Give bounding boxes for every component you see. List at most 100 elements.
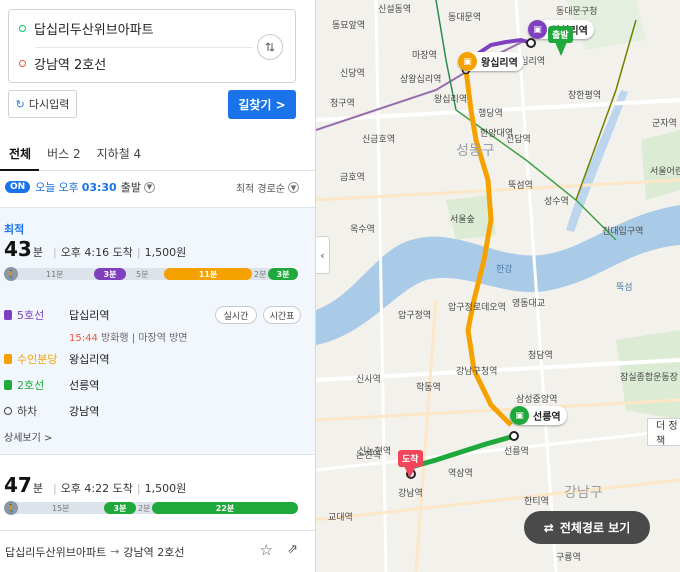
route1-walk1: 11분 [46, 269, 64, 279]
arrive-flag: 도착 [398, 450, 423, 467]
map-label: 신당역 [340, 69, 365, 79]
end-field[interactable]: 강남역 2호선 [19, 51, 106, 75]
full-route-button[interactable]: ⇄ 전체경로 보기 [524, 511, 650, 544]
chevron-down-icon: ▼ [288, 182, 299, 193]
route1-fare: 1,500원 [144, 246, 187, 259]
star-icon[interactable]: ☆ [260, 541, 273, 559]
full-route-label: 전체경로 보기 [559, 521, 631, 535]
route2-seg2: 22분 [152, 502, 298, 514]
tab-all[interactable]: 전체 [0, 138, 40, 171]
swap-icon [265, 42, 275, 52]
tab-bus[interactable]: 버스 2 [39, 138, 89, 171]
map-label: 동대문구청 [556, 7, 598, 17]
step-1-station: 답십리역 [69, 309, 110, 322]
start-field[interactable]: 답십리두산위브아파트 [19, 16, 154, 40]
step-2-line: 수인분당 [4, 351, 69, 367]
chevron-down-icon[interactable]: ▼ [143, 181, 155, 193]
refresh-icon: ↻ [15, 97, 25, 111]
map-label: 한강 [496, 265, 513, 275]
map-label: 뚝섬 [616, 283, 633, 293]
route2-summary: 47 분 | 오후 4:22 도착 | 1,500원 [4, 473, 187, 497]
subway-icon: ▣ [510, 406, 529, 425]
subway-icon: ▣ [528, 20, 547, 39]
map-label: 왕십리역 [434, 95, 468, 105]
route2-walk1: 15분 [52, 503, 70, 513]
map-label: 한티역 [524, 497, 549, 507]
route1-timeline: 🚶 11분 3분 5분 11분 2분 3분 [4, 267, 298, 281]
step-4-line: 하차 [4, 403, 69, 419]
detail-link[interactable]: 상세보기 > [4, 429, 52, 444]
chevron-left-icon: ‹ [320, 248, 325, 262]
map-label: 강남역 [398, 489, 423, 499]
swap-button[interactable] [257, 34, 283, 60]
route2-unit: 분 [32, 482, 43, 495]
step-4[interactable]: 하차 강남역 [4, 403, 99, 419]
start-pin-icon [555, 42, 567, 56]
route2-timeline: 🚶 15분 3분 2분 22분 [4, 501, 298, 515]
map-label: 압구정역 [398, 311, 432, 321]
share-icon[interactable]: ⇗ [287, 542, 298, 557]
subway-icon [4, 310, 12, 320]
end-field-text: 강남역 2호선 [34, 57, 107, 73]
route-icon: ⇄ [543, 520, 554, 535]
start-flag: 출발 [548, 26, 573, 43]
alight-icon [4, 407, 12, 415]
timetable-button[interactable]: 시간표 [263, 306, 301, 324]
search-divider [35, 47, 253, 48]
footer-bar: 답십리두산위브아파트 → 강남역 2호선 ☆ ⇗ [0, 530, 315, 572]
step-4-station: 강남역 [69, 405, 100, 418]
map-label: 신답역 [506, 135, 531, 145]
side-policy-button[interactable]: 더 정책 [647, 418, 680, 447]
map-label: 신논현역 [358, 447, 392, 457]
map-label: 교대역 [328, 513, 353, 523]
map-view[interactable]: 신설동역 동묘앞역 동대문역 신당역 청구역 신금호역 금호역 옥수역 압구정역… [316, 0, 680, 572]
find-route-button[interactable]: 길찾기 > [228, 90, 296, 119]
map-label: 마장역 [412, 51, 437, 61]
step-3-line: 2호선 [4, 377, 69, 393]
on-toggle[interactable]: ON [5, 181, 31, 193]
collapse-panel-button[interactable]: ‹ [316, 236, 330, 274]
map-label: 상왕십리역 [400, 75, 442, 85]
route-search-box: 답십리두산위브아파트 강남역 2호선 [8, 9, 296, 83]
reset-button[interactable]: ↻ 다시입력 [8, 90, 77, 118]
map-label: 선릉역 [504, 447, 529, 457]
route2-fare: 1,500원 [144, 482, 187, 495]
sort-dropdown[interactable]: 최적 경로순 ▼ [236, 180, 299, 195]
map-label: 동대문역 [448, 13, 482, 23]
map-label: 강남구 [564, 485, 603, 501]
map-label: 장한평역 [568, 91, 602, 101]
subway-icon: ▣ [458, 52, 477, 71]
map-label: 압구정로데오역 [448, 303, 506, 313]
route1-summary: 43 분 | 오후 4:16 도착 | 1,500원 [4, 237, 187, 261]
map-label: 서울어린이대공원 [650, 167, 680, 177]
map-label: 성동구 [456, 143, 495, 159]
map-label: 삼성중앙역 [516, 395, 558, 405]
map-label: 건대입구역 [602, 227, 644, 237]
step-2-station: 왕십리역 [69, 353, 110, 366]
step-3[interactable]: 2호선 선릉역 [4, 377, 99, 393]
route1-arrival: 오후 4:16 도착 [60, 246, 133, 259]
route1-walk2: 5분 [136, 269, 149, 279]
map-label: 청담역 [528, 351, 553, 361]
route2-minutes: 47 [4, 473, 32, 497]
departure-day: 오늘 [35, 181, 56, 194]
tab-subway[interactable]: 지하철 4 [89, 138, 150, 171]
step-1[interactable]: 5호선 답십리역 [4, 307, 109, 323]
arrive-pin-icon [404, 466, 416, 478]
step-2[interactable]: 수인분당 왕십리역 [4, 351, 109, 367]
map-label: 서울숲 [450, 215, 475, 225]
map-label: 옥수역 [350, 225, 375, 235]
departure-suffix: 출발 [120, 181, 141, 194]
map-label: 잠실종합운동장 [620, 373, 678, 383]
start-field-text: 답십리두산위브아파트 [34, 22, 154, 38]
map-label: 역삼역 [448, 469, 473, 479]
route1-minutes: 43 [4, 237, 32, 261]
route1-walk3: 2분 [254, 269, 267, 279]
map-label: 영동대교 [512, 299, 546, 309]
departure-time[interactable]: 03:30 [82, 181, 117, 194]
map-station-tag-wangsimni[interactable]: ▣ 왕십리역 [458, 52, 524, 71]
reset-label: 다시입력 [28, 98, 70, 111]
sort-label: 최적 경로순 [235, 184, 285, 195]
realtime-button[interactable]: 실시간 [215, 306, 257, 324]
map-station-tag-seolleung[interactable]: ▣ 선릉역 [510, 406, 567, 425]
